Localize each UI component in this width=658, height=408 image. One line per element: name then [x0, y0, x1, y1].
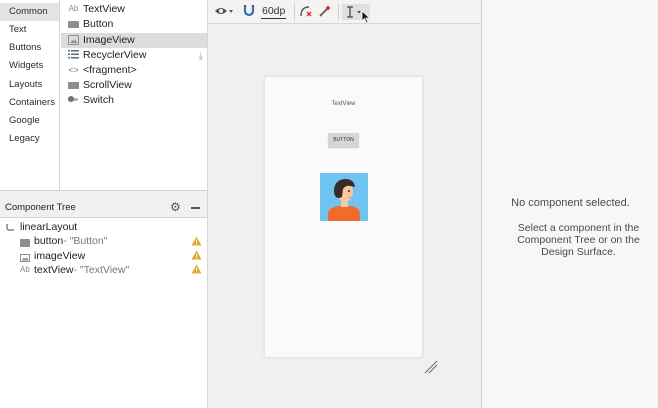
tree-node-secondary: - "TextView" [73, 264, 130, 276]
button-icon [20, 237, 30, 247]
palette-widget-textview[interactable]: Ab TextView [61, 2, 207, 17]
warning-icon[interactable] [191, 250, 202, 260]
no-selection-hint: Select a component in the Component Tree… [517, 222, 640, 258]
toolbar-separator [294, 4, 295, 20]
palette-category-google[interactable]: Google [0, 112, 59, 130]
palette-category-legacy[interactable]: Legacy [0, 130, 59, 148]
tree-node-label: linearLayout [20, 221, 78, 233]
widget-label: TextView [83, 3, 125, 15]
avatar-illustration [320, 173, 368, 221]
tree-node-imageview[interactable]: imageView [20, 249, 86, 263]
gear-icon[interactable]: ⚙ [170, 200, 181, 214]
tree-node-label: button [34, 235, 64, 247]
button-icon [68, 21, 79, 28]
image-icon [68, 35, 79, 45]
widget-label: Button [83, 18, 114, 30]
palette-categories: Common Text Buttons Widgets Layouts Cont… [0, 0, 60, 190]
panel-divider[interactable] [0, 190, 207, 198]
warning-icon[interactable] [191, 264, 202, 274]
preview-imageview[interactable] [320, 173, 368, 221]
minimize-icon[interactable] [191, 207, 200, 209]
palette-category-widgets[interactable]: Widgets [0, 57, 59, 75]
eye-icon[interactable] [214, 4, 234, 20]
image-icon [20, 252, 30, 262]
preview-textview[interactable]: TextView [265, 101, 422, 107]
palette-category-buttons[interactable]: Buttons [0, 39, 59, 57]
text-ab-icon: Ab [68, 4, 79, 13]
attributes-panel: No component selected. Select a componen… [481, 0, 658, 408]
widget-label: RecyclerView [83, 49, 147, 61]
widget-label: Switch [83, 94, 114, 106]
default-margins-value[interactable]: 60dp [261, 4, 287, 19]
palette-widget-recyclerview[interactable]: RecyclerView ⤓ [61, 48, 207, 63]
tree-node-button[interactable]: button- "Button" [20, 234, 108, 248]
resize-handle-icon[interactable] [424, 360, 438, 374]
no-selection-message: No component selected. [511, 197, 630, 209]
palette-widget-switch[interactable]: Switch [61, 93, 207, 108]
tree-node-secondary: - "Button" [63, 235, 108, 247]
palette-widget-button[interactable]: Button [61, 17, 207, 32]
clear-constraints-icon[interactable] [299, 4, 313, 20]
palette-widget-imageview[interactable]: ImageView [61, 33, 207, 48]
code-icon: <> [68, 65, 79, 75]
scroll-icon [68, 82, 79, 89]
palette-category-layouts[interactable]: Layouts [0, 76, 59, 94]
widget-label: ImageView [83, 34, 135, 46]
magic-wand-icon[interactable] [318, 4, 332, 20]
palette-category-text[interactable]: Text [0, 21, 59, 39]
download-icon[interactable]: ⤓ [199, 49, 203, 64]
widget-label: ScrollView [83, 79, 132, 91]
palette-widget-fragment[interactable]: <> <fragment> [61, 63, 207, 78]
preview-button[interactable]: BUTTON [328, 133, 359, 147]
list-icon [68, 50, 79, 60]
component-tree: linearLayout button- "Button" imageView … [0, 219, 207, 408]
warning-icon[interactable] [191, 236, 202, 246]
text-ab-icon: Ab [20, 265, 30, 274]
palette-widget-list: Ab TextView Button ImageView RecyclerVie… [61, 0, 207, 190]
palette-category-common[interactable]: Common [0, 3, 59, 21]
component-tree-title: Component Tree [5, 202, 76, 213]
component-tree-header: Component Tree ⚙ [0, 198, 207, 218]
tree-node-textview[interactable]: Ab textView- "TextView" [20, 263, 130, 277]
toolbar-separator [338, 4, 339, 20]
widget-label: <fragment> [83, 64, 137, 76]
device-preview[interactable]: TextView BUTTON [264, 76, 423, 358]
palette-category-containers[interactable]: Containers [0, 94, 59, 112]
magnet-icon[interactable] [243, 4, 255, 20]
tree-node-label: imageView [34, 250, 86, 262]
linear-layout-icon [6, 223, 16, 231]
design-toolbar: 60dp [207, 0, 481, 24]
palette-widget-scrollview[interactable]: ScrollView [61, 78, 207, 93]
switch-icon [68, 95, 78, 105]
tree-node-root[interactable]: linearLayout [6, 220, 78, 234]
tree-node-label: textView [34, 264, 74, 276]
